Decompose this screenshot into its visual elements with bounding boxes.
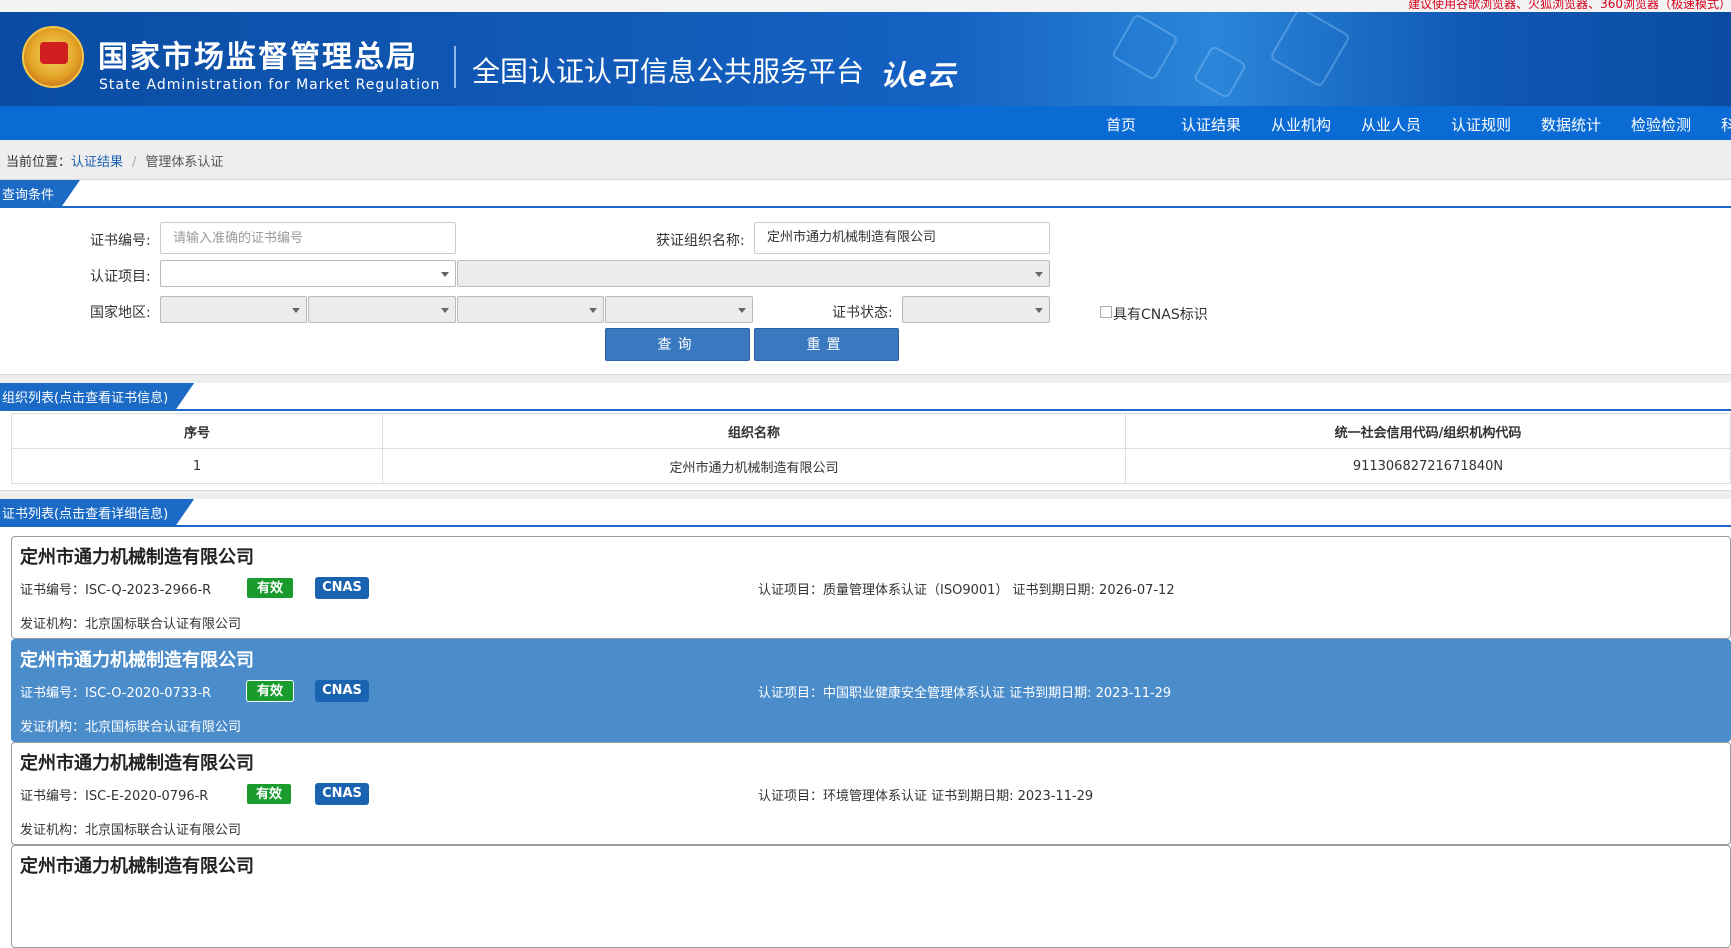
- query-form: 证书编号: 获证组织名称: 定州市通力机械制造有限公司 认证项目: 国家地区: …: [0, 208, 1731, 374]
- cert-number: 证书编号：ISC-E-2020-0796-R: [20, 789, 209, 804]
- col-header-index: 序号: [11, 413, 383, 449]
- national-emblem-logo[interactable]: [22, 26, 84, 88]
- cert-issuer: 发证机构：北京国标联合认证有限公司: [20, 617, 242, 632]
- platform-title: 全国认证认可信息公共服务平台: [472, 55, 865, 88]
- search-button[interactable]: 查询: [605, 328, 750, 361]
- cert-project: 认证项目：环境管理体系认证 证书到期日期: 2023-11-29: [758, 789, 1094, 804]
- org-name-input[interactable]: 定州市通力机械制造有限公司: [754, 222, 1050, 254]
- nav-home[interactable]: 首页: [1106, 114, 1136, 135]
- status-label: 证书状态:: [832, 305, 893, 321]
- decor-hex: [1110, 12, 1180, 82]
- cert-org-name: 定州市通力机械制造有限公司: [20, 856, 254, 877]
- breadcrumb-link-results[interactable]: 认证结果: [71, 155, 123, 170]
- cell-org-name[interactable]: 定州市通力机械制造有限公司: [382, 448, 1126, 484]
- cert-section-title: 证书列表(点击查看详细信息): [0, 499, 194, 525]
- org-section-title: 组织列表(点击查看证书信息): [0, 383, 194, 409]
- cert-org-name: 定州市通力机械制造有限公司: [20, 753, 254, 774]
- col-header-credit-code: 统一社会信用代码/组织机构代码: [1125, 413, 1731, 449]
- query-section-header: 查询条件: [0, 180, 1731, 208]
- org-name-cn: 国家市场监督管理总局: [98, 40, 418, 75]
- cnas-checkbox[interactable]: [1100, 306, 1112, 318]
- cnas-badge: CNAS: [315, 680, 369, 702]
- nav-cert-rules[interactable]: 认证规则: [1451, 114, 1511, 135]
- breadcrumb-current: 管理体系认证: [145, 155, 224, 170]
- cnas-badge: CNAS: [315, 783, 369, 805]
- org-name-label: 获证组织名称:: [656, 233, 745, 249]
- cert-issuer: 发证机构：北京国标联合认证有限公司: [20, 823, 242, 838]
- status-select[interactable]: [902, 296, 1050, 323]
- status-badge: 有效: [246, 680, 294, 702]
- breadcrumb-label: 当前位置：: [6, 155, 72, 170]
- nav-more[interactable]: 科: [1721, 114, 1731, 135]
- cert-number: 证书编号：ISC-O-2020-0733-R: [20, 686, 212, 701]
- main-nav: 首页 认证结果 从业机构 从业人员 认证规则 数据统计 检验检测 科: [0, 106, 1731, 140]
- region-select-city[interactable]: [457, 296, 604, 323]
- cert-project: 认证项目：中国职业健康安全管理体系认证 证书到期日期: 2023-11-29: [758, 686, 1172, 701]
- renyun-logo: 认e云: [880, 59, 955, 92]
- breadcrumb: 当前位置：认证结果 / 管理体系认证: [0, 140, 1731, 180]
- cert-number: 证书编号：ISC-Q-2023-2966-R: [20, 583, 212, 598]
- nav-cert-results[interactable]: 认证结果: [1181, 114, 1241, 135]
- nav-inspection[interactable]: 检验检测: [1631, 114, 1691, 135]
- region-select-country[interactable]: [160, 296, 307, 323]
- region-select-district[interactable]: [605, 296, 753, 323]
- decor-hex: [1192, 44, 1248, 100]
- site-header: 国家市场监督管理总局 State Administration for Mark…: [0, 12, 1731, 106]
- cert-issuer: 发证机构：北京国标联合认证有限公司: [20, 720, 242, 735]
- cert-project: 认证项目：质量管理体系认证（ISO9001） 证书到期日期: 2026-07-1…: [758, 583, 1175, 598]
- top-notice-bar: 建议使用谷歌浏览器、火狐浏览器、360浏览器（极速模式）: [0, 0, 1731, 12]
- cert-section-wrap: 证书列表(点击查看详细信息): [0, 490, 1731, 527]
- project-select[interactable]: [160, 260, 456, 287]
- status-badge: 有效: [246, 783, 292, 805]
- browser-notice: 建议使用谷歌浏览器、火狐浏览器、360浏览器（极速模式）: [1408, 0, 1731, 11]
- cert-card[interactable]: 定州市通力机械制造有限公司 证书编号：ISC-E-2020-0796-R 有效 …: [11, 742, 1731, 845]
- nav-personnel[interactable]: 从业人员: [1361, 114, 1421, 135]
- breadcrumb-separator: /: [132, 155, 137, 170]
- status-badge: 有效: [246, 577, 294, 599]
- cert-org-name: 定州市通力机械制造有限公司: [20, 650, 254, 671]
- cnas-checkbox-label[interactable]: 具有CNAS标识: [1113, 304, 1208, 324]
- table-row[interactable]: 1 定州市通力机械制造有限公司 91130682721671840N: [11, 448, 1731, 484]
- cert-card[interactable]: 定州市通力机械制造有限公司: [11, 845, 1731, 948]
- cert-no-label: 证书编号:: [90, 233, 151, 249]
- cert-list: 定州市通力机械制造有限公司 证书编号：ISC-Q-2023-2966-R 有效 …: [11, 536, 1731, 948]
- nav-statistics[interactable]: 数据统计: [1541, 114, 1601, 135]
- cert-section-header: 证书列表(点击查看详细信息): [0, 499, 1731, 527]
- project-sub-select[interactable]: [457, 260, 1050, 287]
- org-name-en: State Administration for Market Regulati…: [99, 77, 441, 93]
- project-label: 认证项目:: [90, 269, 151, 285]
- org-table: 序号 组织名称 统一社会信用代码/组织机构代码 1 定州市通力机械制造有限公司 …: [11, 413, 1731, 484]
- query-section-title: 查询条件: [0, 180, 80, 206]
- header-divider: [454, 46, 456, 88]
- cert-org-name: 定州市通力机械制造有限公司: [20, 547, 254, 568]
- cert-card-selected[interactable]: 定州市通力机械制造有限公司 证书编号：ISC-O-2020-0733-R 有效 …: [11, 639, 1731, 742]
- org-section-header: 组织列表(点击查看证书信息): [0, 383, 1731, 411]
- cnas-badge: CNAS: [315, 577, 369, 599]
- region-select-province[interactable]: [308, 296, 456, 323]
- section-separator: [0, 374, 1731, 383]
- reset-button[interactable]: 重置: [754, 328, 899, 361]
- org-table-header-row: 序号 组织名称 统一社会信用代码/组织机构代码: [11, 413, 1731, 449]
- col-header-org-name: 组织名称: [382, 413, 1126, 449]
- section-separator: [0, 490, 1731, 499]
- cell-index: 1: [11, 448, 383, 484]
- decor-hex: [1269, 12, 1351, 88]
- region-label: 国家地区:: [90, 305, 151, 321]
- nav-institutions[interactable]: 从业机构: [1271, 114, 1331, 135]
- cert-card[interactable]: 定州市通力机械制造有限公司 证书编号：ISC-Q-2023-2966-R 有效 …: [11, 536, 1731, 639]
- cell-credit-code: 91130682721671840N: [1125, 448, 1731, 484]
- cert-no-input[interactable]: [160, 222, 456, 254]
